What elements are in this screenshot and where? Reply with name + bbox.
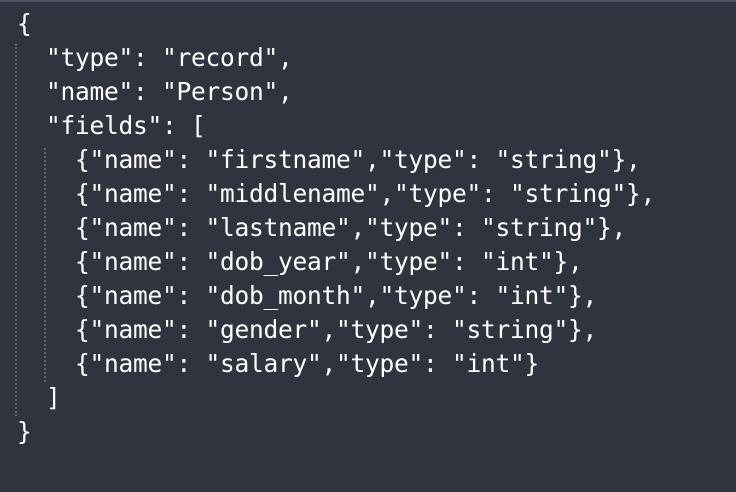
code-line-6: {"name": "middlename","type": "string"},: [17, 179, 656, 208]
code-line-12: ]: [17, 383, 61, 412]
code-line-8: {"name": "dob_year","type": "int"},: [17, 247, 583, 276]
code-editor[interactable]: { "type": "record", "name": "Person", "f…: [0, 0, 736, 492]
code-line-4: "fields": [: [17, 111, 206, 140]
code-line-9: {"name": "dob_month","type": "int"},: [17, 281, 598, 310]
code-line-1: {: [17, 9, 32, 38]
code-line-3: "name": "Person",: [17, 77, 293, 106]
code-line-10: {"name": "gender","type": "string"},: [17, 315, 598, 344]
code-line-2: "type": "record",: [17, 43, 293, 72]
code-line-5: {"name": "firstname","type": "string"},: [17, 145, 641, 174]
code-line-7: {"name": "lastname","type": "string"},: [17, 213, 627, 242]
code-line-11: {"name": "salary","type": "int"}: [17, 349, 540, 378]
code-line-13: }: [17, 417, 32, 446]
